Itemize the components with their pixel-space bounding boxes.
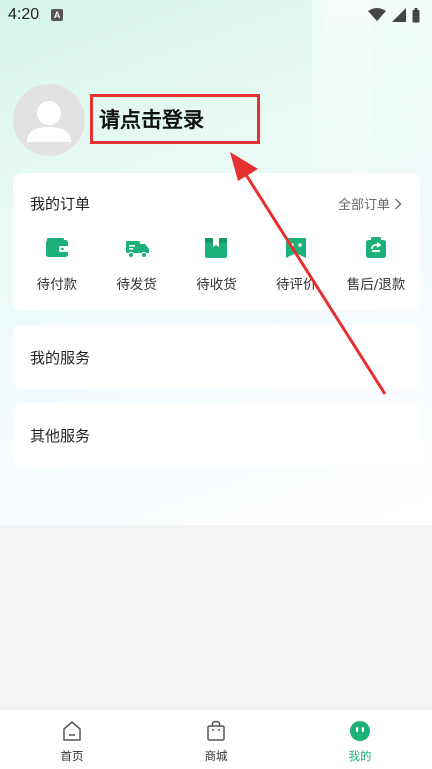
order-status-label: 售后/退款 [346,277,406,293]
refund-bag-icon [366,237,387,258]
order-status-label: 待发货 [116,277,157,293]
order-status-label: 待付款 [36,277,78,293]
order-status-pending-receipt[interactable]: 待收货 [177,235,255,293]
status-time: 4:20 [8,6,40,23]
battery-icon [412,7,420,22]
order-status-pending-payment[interactable]: 待付款 [18,235,96,293]
nav-label: 我的 [348,749,372,763]
other-services-title: 其他服务 [30,426,91,445]
nav-label: 商城 [204,749,228,763]
wifi-icon [368,8,386,21]
delivery-truck-icon [125,241,149,259]
order-status-pending-shipment[interactable]: 待发货 [98,235,176,293]
default-avatar-icon [27,101,71,142]
home-icon [63,721,81,741]
chevron-right-icon [395,198,402,209]
package-box-icon [205,238,228,258]
login-prompt[interactable]: 请点击登录 [99,104,204,134]
order-status-label: 待收货 [196,277,237,293]
my-orders-card: 我的订单 全部订单 待付款 待发货 待收货 待评价 售后/退款 [13,173,420,310]
order-status-label: 待评价 [276,277,317,293]
my-services-title: 我的服务 [30,348,91,367]
avatar[interactable] [13,84,85,156]
nav-label: 首页 [60,749,84,763]
shopping-bag-icon [207,720,225,741]
order-status-pending-review[interactable]: 待评价 [257,235,335,293]
review-flag-icon [286,238,307,258]
my-orders-title: 我的订单 [30,195,91,213]
wallet-icon [45,238,68,257]
nav-mine[interactable]: 我的 [310,710,410,769]
nav-mall[interactable]: 商城 [166,710,266,769]
other-services-card[interactable]: 其他服务 [13,403,420,467]
bottom-navigation: 首页 商城 我的 [0,709,432,769]
profile-face-icon [350,721,370,741]
signal-icon [392,8,406,22]
all-orders-label: 全部订单 [337,198,390,213]
order-status-after-sales[interactable]: 售后/退款 [337,235,415,293]
status-indicator-icon: A [51,9,64,21]
my-services-card[interactable]: 我的服务 [13,325,420,389]
nav-home[interactable]: 首页 [22,710,122,769]
login-prompt-highlight[interactable]: 请点击登录 [90,94,260,144]
all-orders-link[interactable]: 全部订单 [338,194,402,213]
status-bar: 4:20 A [0,0,432,30]
